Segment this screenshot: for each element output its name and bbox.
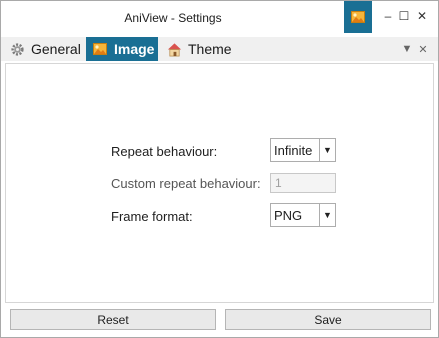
repeat-behaviour-label: Repeat behaviour:	[111, 144, 218, 159]
save-button[interactable]: Save	[225, 309, 431, 330]
window-title: AniView - Settings	[124, 11, 222, 25]
tab-image-label: Image	[114, 41, 155, 57]
custom-repeat-input[interactable]: 1	[270, 173, 336, 193]
tab-dropdown-button[interactable]: ▼	[400, 42, 414, 56]
frame-format-label: Frame format:	[111, 209, 193, 224]
tab-image[interactable]: Image	[86, 37, 158, 61]
maximize-button[interactable]: ☐	[397, 9, 411, 23]
tab-theme-label: Theme	[188, 41, 232, 57]
tab-theme[interactable]: Theme	[160, 37, 240, 61]
frame-format-value: PNG	[274, 207, 303, 223]
image-icon[interactable]	[344, 1, 372, 33]
minimize-button[interactable]: –	[381, 9, 395, 23]
tab-general-label: General	[31, 41, 81, 57]
reset-button[interactable]: Reset	[10, 309, 216, 330]
image-settings-panel: Repeat behaviour: Infinite ▼ Custom repe…	[5, 63, 434, 303]
repeat-behaviour-value: Infinite	[274, 142, 313, 158]
close-button[interactable]: ✕	[415, 9, 429, 23]
house-icon	[166, 41, 182, 57]
settings-window: AniView - Settings – ☐ ✕ General Image T…	[0, 0, 439, 338]
custom-repeat-label: Custom repeat behaviour:	[111, 176, 261, 191]
image-icon	[92, 41, 108, 57]
chevron-down-icon: ▼	[319, 204, 335, 226]
repeat-behaviour-select[interactable]: Infinite ▼	[270, 138, 336, 162]
tab-strip: General Image Theme ▼ ✕	[1, 37, 438, 61]
frame-format-select[interactable]: PNG ▼	[270, 203, 336, 227]
title-bar: AniView - Settings – ☐ ✕	[1, 1, 438, 35]
gear-icon	[9, 41, 25, 57]
chevron-down-icon: ▼	[319, 139, 335, 161]
tab-close-button[interactable]: ✕	[416, 42, 430, 56]
tab-general[interactable]: General	[3, 37, 83, 61]
